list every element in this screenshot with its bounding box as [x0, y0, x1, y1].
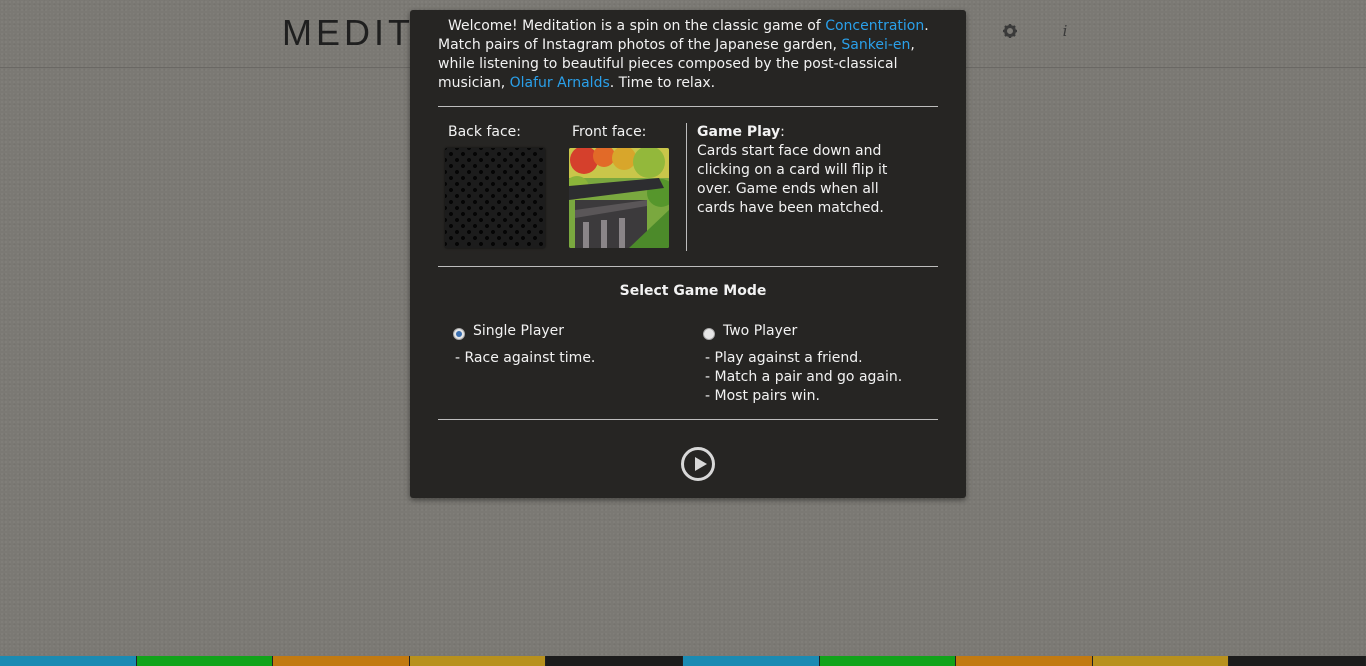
- card-front-image: [569, 148, 669, 248]
- intro-text: Welcome! Meditation is a spin on the cla…: [438, 17, 938, 93]
- color-stripe: [682, 656, 820, 666]
- color-stripe-bar: [0, 656, 1366, 666]
- mode-desc-line: - Race against time.: [455, 350, 596, 366]
- front-face-label: Front face:: [572, 124, 647, 140]
- color-stripe: [0, 656, 137, 666]
- color-stripe: [819, 656, 957, 666]
- color-stripe: [136, 656, 274, 666]
- two-player-radio[interactable]: [703, 328, 715, 340]
- divider: [438, 266, 938, 267]
- divider: [438, 419, 938, 420]
- gear-icon[interactable]: [1001, 22, 1019, 40]
- mode-desc-line: - Match a pair and go again.: [705, 369, 903, 385]
- gameplay-title: Game Play: [697, 124, 781, 140]
- single-player-description: - Race against time.: [455, 349, 595, 368]
- color-stripe: [273, 656, 410, 666]
- info-icon[interactable]: i: [1056, 22, 1074, 40]
- two-player-label[interactable]: Two Player: [723, 323, 797, 339]
- intro-part: . Time to relax.: [609, 75, 716, 91]
- mode-desc-line: - Play against a friend.: [705, 350, 863, 366]
- color-stripe: [546, 656, 683, 666]
- color-stripe: [956, 656, 1093, 666]
- two-player-description: - Play against a friend. - Match a pair …: [705, 349, 902, 406]
- single-player-radio[interactable]: [453, 328, 465, 340]
- sankei-en-link[interactable]: Sankei-en: [841, 37, 910, 53]
- olafur-arnalds-link[interactable]: Olafur Arnalds: [510, 75, 610, 91]
- back-face-label: Back face:: [448, 124, 521, 140]
- gameplay-colon: :: [780, 124, 785, 140]
- color-stripe: [409, 656, 547, 666]
- vertical-divider: [686, 123, 687, 251]
- gameplay-text: Cards start face down and clicking on a …: [697, 143, 888, 216]
- color-stripe: [1229, 656, 1366, 666]
- mode-desc-line: - Most pairs win.: [705, 388, 820, 404]
- intro-part: Welcome! Meditation is a spin on the cla…: [448, 18, 826, 34]
- gameplay-description: Game Play: Cards start face down and cli…: [697, 123, 897, 218]
- single-player-label[interactable]: Single Player: [473, 323, 564, 339]
- divider: [438, 106, 938, 107]
- game-mode-title: Select Game Mode: [619, 283, 767, 299]
- instructions-modal: Welcome! Meditation is a spin on the cla…: [410, 10, 966, 498]
- play-button[interactable]: [681, 447, 715, 481]
- card-back-image: [445, 148, 545, 248]
- color-stripe: [1092, 656, 1230, 666]
- concentration-link[interactable]: Concentration: [825, 18, 924, 34]
